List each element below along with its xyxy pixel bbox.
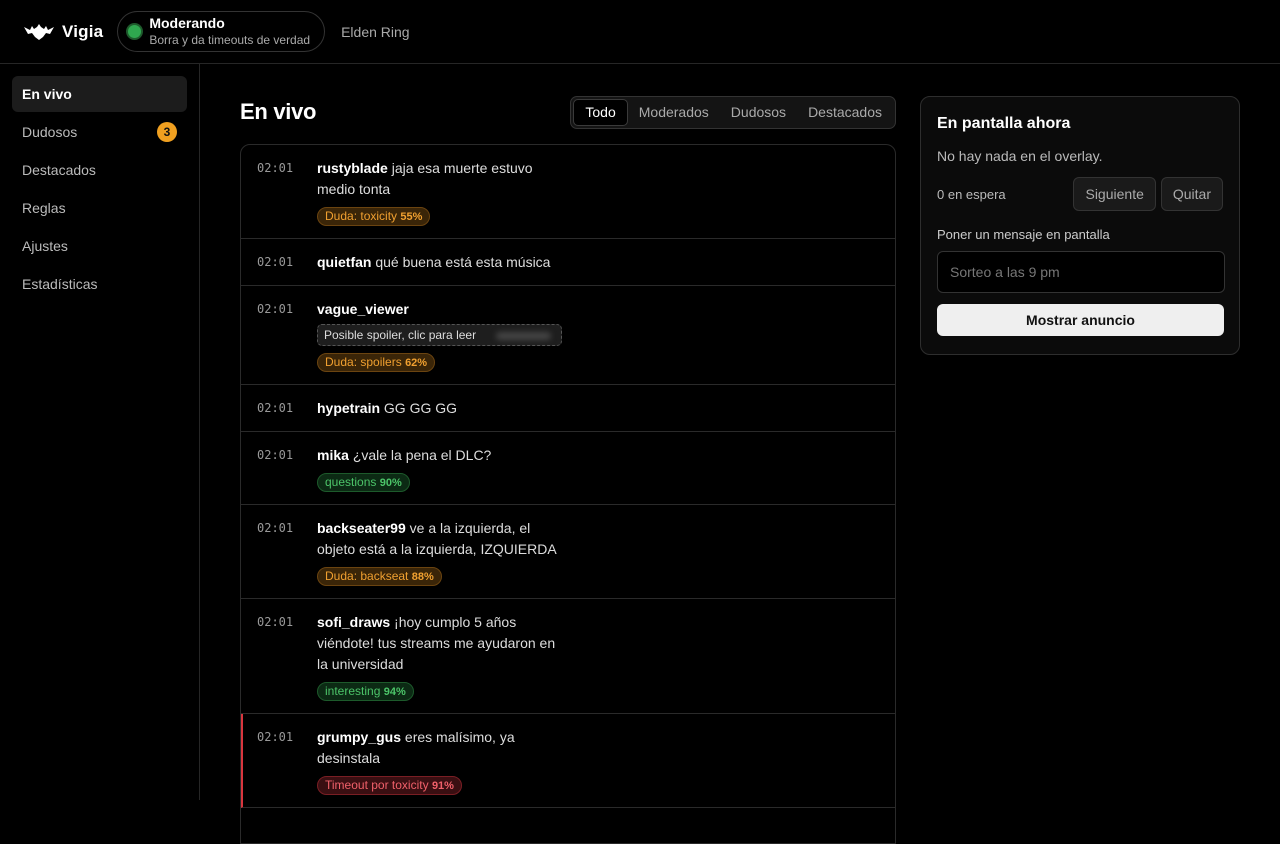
queue-count: 0 en espera <box>937 186 1006 202</box>
tag-label: Duda: toxicity <box>325 209 398 223</box>
tag-score: 88% <box>411 571 434 583</box>
announcement-input[interactable] <box>937 251 1225 293</box>
sidebar-item-label: Reglas <box>22 200 66 216</box>
sidebar-item-dudosos[interactable]: Dudosos 3 <box>12 114 187 150</box>
message-time: 02:01 <box>257 401 294 415</box>
tag-label: interesting <box>325 684 381 698</box>
message-user[interactable]: vague_viewer <box>317 301 409 317</box>
overlay-empty-text: No hay nada en el overlay. <box>937 148 1103 164</box>
main-content: En vivo Todo Moderados Dudosos Destacado… <box>240 95 896 844</box>
message-time: 02:01 <box>257 448 294 462</box>
message-user[interactable]: rustyblade <box>317 160 388 176</box>
overlay-panel: En pantalla ahora No hay nada en el over… <box>920 96 1240 355</box>
sidebar-item-label: Estadísticas <box>22 276 98 292</box>
tab-moderados[interactable]: Moderados <box>628 99 720 126</box>
tag-label: Timeout por toxicity <box>325 778 429 792</box>
tag-label: Duda: spoilers <box>325 355 402 369</box>
tag-label: Duda: backseat <box>325 569 409 583</box>
message-text: GG GG GG <box>383 400 458 416</box>
chat-message[interactable]: 02:01 vague_viewer Posible spoiler, clic… <box>241 286 895 385</box>
chat-message-flagged[interactable]: 02:01 grumpy_gus eres malísimo, ya desin… <box>241 714 895 808</box>
tag-score: 90% <box>379 477 402 489</box>
sidebar-item-en-vivo[interactable]: En vivo <box>12 76 187 112</box>
message-user[interactable]: grumpy_gus <box>317 729 401 745</box>
classification-tag[interactable]: Duda: backseat 88% <box>317 567 442 586</box>
message-user[interactable]: sofi_draws <box>317 614 390 630</box>
classification-tag[interactable]: Duda: toxicity 55% <box>317 207 431 226</box>
classification-tag[interactable]: questions 90% <box>317 473 410 492</box>
message-time: 02:01 <box>257 521 294 535</box>
page-title: En vivo <box>240 99 317 124</box>
sidebar-item-label: Ajustes <box>22 238 68 254</box>
tab-destacados[interactable]: Destacados <box>797 99 893 126</box>
show-announcement-button[interactable]: Mostrar anuncio <box>937 304 1224 336</box>
message-user[interactable]: backseater99 <box>317 520 406 536</box>
message-time: 02:01 <box>257 161 294 175</box>
sidebar-item-estadisticas[interactable]: Estadísticas <box>12 266 187 302</box>
tag-score: 94% <box>383 686 406 698</box>
status-dot-icon <box>128 25 142 38</box>
bat-logo-icon <box>24 23 54 40</box>
chat-message[interactable]: 02:01 mika ¿vale la pena el DLC? questio… <box>241 432 895 505</box>
panel-title: En pantalla ahora <box>937 115 1071 132</box>
tab-todo[interactable]: Todo <box>573 98 628 126</box>
classification-tag[interactable]: Duda: spoilers 62% <box>317 353 436 372</box>
spoiler-reveal[interactable]: Posible spoiler, clic para leer <box>317 324 562 346</box>
tag-label: questions <box>325 475 377 489</box>
announcement-label: Poner un mensaje en pantalla <box>937 227 1110 242</box>
message-time: 02:01 <box>257 615 294 629</box>
game-name: Elden Ring <box>341 23 410 40</box>
sidebar-item-label: En vivo <box>22 86 72 102</box>
logo[interactable]: Vigia <box>24 22 103 42</box>
message-user[interactable]: hypetrain <box>317 400 380 416</box>
sidebar-item-label: Dudosos <box>22 124 78 140</box>
classification-tag[interactable]: interesting 94% <box>317 682 414 701</box>
status-subtitle: Borra y da timeouts de verdad <box>149 32 311 47</box>
remove-button[interactable]: Quitar <box>1160 177 1223 211</box>
blurred-text <box>496 332 551 340</box>
message-time: 02:01 <box>257 730 294 744</box>
tab-dudosos[interactable]: Dudosos <box>720 99 797 126</box>
spoiler-label: Posible spoiler, clic para leer <box>324 328 477 342</box>
chat-message[interactable]: 02:01 rustyblade jaja esa muerte estuvo … <box>241 145 895 239</box>
sidebar: En vivo Dudosos 3 Destacados Reglas Ajust… <box>0 64 200 800</box>
status-title: Moderando <box>149 15 225 32</box>
chat-message[interactable]: 02:01 backseater99 ve a la izquierda, el… <box>241 505 895 599</box>
classification-tag[interactable]: Timeout por toxicity 91% <box>317 776 462 795</box>
next-button[interactable]: Siguiente <box>1073 177 1156 211</box>
top-bar: Vigia Moderando Borra y da timeouts de v… <box>0 0 1280 64</box>
chat-message[interactable]: 02:01 hypetrain GG GG GG <box>241 385 895 432</box>
message-text: ¿vale la pena el DLC? <box>352 447 492 463</box>
sidebar-item-label: Destacados <box>22 162 96 178</box>
sidebar-item-ajustes[interactable]: Ajustes <box>12 228 187 264</box>
moderation-status[interactable]: Moderando Borra y da timeouts de verdad <box>117 11 326 52</box>
sidebar-item-destacados[interactable]: Destacados <box>12 152 187 188</box>
count-badge: 3 <box>157 122 177 142</box>
message-time: 02:01 <box>257 255 294 269</box>
tag-score: 55% <box>400 211 423 223</box>
message-time: 02:01 <box>257 302 294 316</box>
sidebar-item-reglas[interactable]: Reglas <box>12 190 187 226</box>
chat-message[interactable]: 02:01 sofi_draws ¡hoy cumplo 5 años vién… <box>241 599 895 714</box>
tag-score: 91% <box>431 780 454 792</box>
chat-feed: 02:01 rustyblade jaja esa muerte estuvo … <box>240 144 896 844</box>
tag-score: 62% <box>405 357 428 369</box>
app-name: Vigia <box>62 21 104 41</box>
message-user[interactable]: mika <box>317 447 349 463</box>
message-text: qué buena está esta música <box>375 254 551 270</box>
chat-message[interactable]: 02:01 quietfan qué buena está esta músic… <box>241 239 895 286</box>
message-user[interactable]: quietfan <box>317 254 371 270</box>
filter-tabs: Todo Moderados Dudosos Destacados <box>570 95 896 129</box>
